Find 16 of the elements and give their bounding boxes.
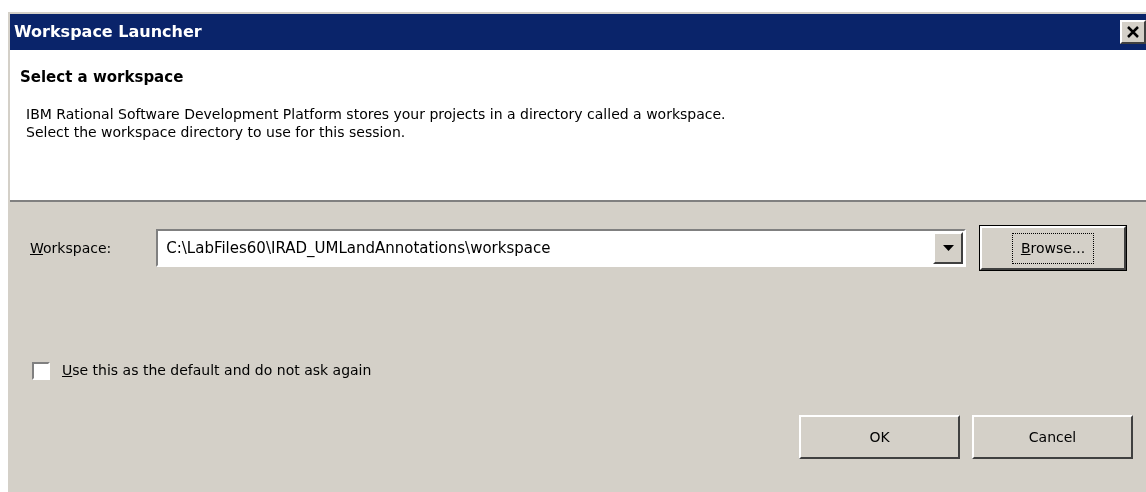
description-text: IBM Rational Software Development Platform stores your projects in a directory called a workspace. — [26, 104, 727, 123]
browse-button[interactable]: Browse... — [980, 226, 1126, 270]
header-title: Select a workspace — [20, 67, 185, 88]
default-checkbox-label: Use this as the default and do not ask again — [62, 361, 372, 380]
description-text: Select the workspace directory to use for this session. — [26, 122, 407, 141]
caret-icon — [942, 245, 954, 251]
default-checkbox[interactable] — [32, 361, 50, 380]
workspace-path: C:\LabFiles60\IRAD_UMLandAnnotations\workspace — [165, 237, 552, 259]
workspace-combo-box[interactable]: C:\LabFiles60\IRAD_UMLandAnnotations\workspace — [156, 229, 967, 267]
window-title: Workspace Launcher — [14, 21, 202, 43]
close-icon — [1127, 26, 1139, 38]
workspace-label: Workspace: — [30, 238, 113, 258]
dialog-button[interactable]: OK — [799, 415, 960, 459]
dialog-button[interactable]: Cancel — [972, 415, 1133, 459]
dropdown-button[interactable] — [933, 232, 964, 264]
close-button[interactable] — [1120, 20, 1146, 44]
